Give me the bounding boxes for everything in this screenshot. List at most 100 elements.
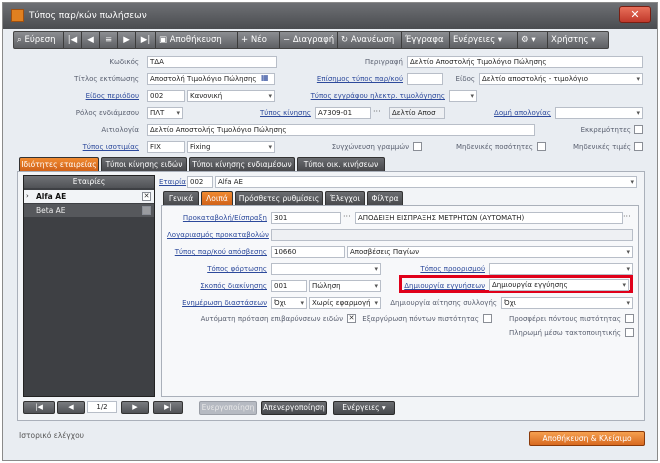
prepay-name-field[interactable]: ΑΠΟΔΕΙΞΗ ΕΙΣΠΡΑΞΗΣ ΜΕΤΡΗΤΩΝ (ΑΥΤΟΜΑΤΗ): [355, 212, 623, 224]
prepay-code-field[interactable]: 301: [271, 212, 341, 224]
zero-qty-checkbox[interactable]: [537, 142, 546, 151]
tab-additional-settings[interactable]: Πρόσθετες ρυθμίσεις: [235, 191, 323, 205]
movement-type-label[interactable]: Τύπος κίνησης: [223, 109, 311, 117]
exchange-type-label[interactable]: Τύπος ισοτιμίας: [43, 143, 139, 151]
depreciation-code-field[interactable]: 10660: [271, 246, 345, 258]
redeem-points-checkbox[interactable]: [483, 314, 492, 323]
activate-button[interactable]: Ενεργοποίηση: [199, 401, 257, 415]
kind-select[interactable]: Δελτίο αποστολής - τιμολόγιο: [479, 73, 643, 85]
tab-company-properties[interactable]: Ιδιότητες εταιρείας: [19, 157, 99, 171]
last-page-button[interactable]: ▶|: [153, 401, 183, 414]
list-view-button[interactable]: ≡: [100, 32, 118, 48]
description-field[interactable]: Δελτίο Αποστολής Τιμολόγιο Πώλησης: [407, 56, 643, 68]
transfer-code-field[interactable]: 001: [271, 280, 307, 292]
save-and-close-button[interactable]: Αποθήκευση & Κλείσιμο: [529, 431, 645, 446]
edoc-type-select[interactable]: [449, 90, 477, 102]
tab-filters[interactable]: Φίλτρα: [367, 191, 403, 205]
period-name-select[interactable]: Κανονική: [187, 90, 275, 102]
row-actions-menu[interactable]: Ενέργειες ▾: [333, 401, 395, 415]
next-record-button[interactable]: ▶: [118, 32, 136, 48]
update-dimensions-apply-select[interactable]: Χωρίς εφαρμογή: [309, 297, 381, 309]
tab-item-movement-types[interactable]: Τύποι κίνησης ειδών: [101, 157, 187, 171]
description-label: Περιγραφή: [364, 58, 403, 66]
create-guarantee-label[interactable]: Δημιουργία εγγυήσεων: [403, 282, 485, 290]
user-menu[interactable]: Χρήστης ▾: [548, 32, 608, 48]
pending-checkbox[interactable]: [634, 125, 643, 134]
exchange-code-field[interactable]: FIX: [147, 141, 185, 153]
loyalty-points-checkbox[interactable]: [625, 314, 634, 323]
next-page-button[interactable]: ▶: [121, 401, 149, 414]
print-title-field[interactable]: Αποστολή Τιμολόγιο Πώλησης: [147, 73, 275, 85]
lookup-icon[interactable]: ···: [343, 212, 355, 221]
prev-page-button[interactable]: ◀: [57, 401, 85, 414]
refresh-button[interactable]: ↻ Ανανέωση: [338, 32, 402, 48]
create-guarantee-select[interactable]: Δημιουργία εγγύησης: [489, 279, 629, 291]
company-checkbox[interactable]: [142, 206, 151, 215]
code-label: Κωδικός: [109, 58, 139, 66]
exchange-name-select[interactable]: Fixing: [187, 141, 275, 153]
company-name-select[interactable]: Alfa AE: [215, 176, 637, 188]
prev-record-button[interactable]: ◀: [82, 32, 100, 48]
new-button[interactable]: + Νέο: [238, 32, 280, 48]
list-item[interactable]: › Alfa AE ✕: [24, 190, 154, 203]
transfer-purpose-label[interactable]: Σκοπός διακίνησης: [167, 282, 267, 290]
tab-checks[interactable]: Έλεγχοι: [325, 191, 365, 205]
auto-proposal-checkbox[interactable]: ✕: [347, 314, 356, 323]
prepay-label[interactable]: Προκαταβολή/Είσπραξη: [167, 214, 267, 222]
lookup-icon[interactable]: ···: [373, 107, 385, 119]
prepay-account-label[interactable]: Λογαριασμός προκαταβολών: [167, 231, 269, 239]
pay-via-settlement-label: Πληρωμή μέσω τακτοποιητικής: [508, 329, 621, 337]
grid-icon[interactable]: ▦: [261, 73, 273, 83]
period-kind-label[interactable]: Είδος περιόδου: [43, 92, 139, 100]
update-dimensions-select[interactable]: Όχι: [271, 297, 307, 309]
page-indicator[interactable]: 1/2: [87, 401, 117, 413]
tab-financial-movement-types[interactable]: Τύποι οικ. κινήσεων: [297, 157, 385, 171]
tab-intermediary-movement-types[interactable]: Τύποι κίνησης ενδιαμέσων: [189, 157, 295, 171]
approval-select[interactable]: [555, 107, 643, 119]
deactivate-button[interactable]: Απενεργοποίηση: [261, 401, 327, 415]
official-type-label[interactable]: Επίσημος τύπος παρ/κού: [287, 75, 403, 83]
tab-general[interactable]: Γενικά: [163, 191, 199, 205]
depreciation-doc-label[interactable]: Τύπος παρ/κού απόσβεσης: [167, 248, 267, 256]
company-code-field[interactable]: 002: [187, 176, 213, 188]
destination-label[interactable]: Τόπος προορισμού: [393, 265, 485, 273]
transfer-name-select[interactable]: Πώληση: [309, 280, 381, 292]
collection-request-select[interactable]: Όχι: [501, 297, 633, 309]
approval-label[interactable]: Δομή απολογίας: [479, 109, 551, 117]
settings-menu[interactable]: ⚙ ▾: [518, 32, 548, 48]
zero-price-checkbox[interactable]: [634, 142, 643, 151]
period-code-field[interactable]: 002: [147, 90, 185, 102]
last-record-button[interactable]: ▶|: [136, 32, 156, 48]
code-field[interactable]: ΤΔΑ: [147, 56, 277, 68]
lookup-icon[interactable]: ···: [623, 212, 635, 221]
movement-type-field[interactable]: Α7309-01: [315, 107, 371, 119]
merge-lines-checkbox[interactable]: [413, 142, 422, 151]
collection-request-label: Δημιουργία αίτησης συλλογής: [390, 299, 497, 307]
company-label[interactable]: Εταιρία: [159, 178, 186, 186]
official-type-field[interactable]: [407, 73, 443, 85]
first-record-button[interactable]: |◀: [64, 32, 82, 48]
load-place-label[interactable]: Τόπος φόρτωσης: [167, 265, 267, 273]
first-page-button[interactable]: |◀: [23, 401, 55, 414]
toolbar: ⌕ Εύρεση |◀ ◀ ≡ ▶ ▶| ▣ Αποθήκευση + Νέο …: [13, 31, 609, 49]
list-item[interactable]: Beta AE: [24, 204, 154, 217]
companies-list: Εταιρίες › Alfa AE ✕ Beta AE: [23, 175, 155, 397]
window-title: Τύπος παρ/κών πωλήσεων: [29, 11, 147, 21]
close-button[interactable]: ✕: [619, 6, 651, 23]
search-button[interactable]: ⌕ Εύρεση: [14, 32, 64, 48]
tab-other[interactable]: Λοιπά: [201, 191, 233, 205]
save-button[interactable]: ▣ Αποθήκευση: [156, 32, 238, 48]
load-place-select[interactable]: [271, 263, 381, 275]
company-checkbox[interactable]: ✕: [142, 192, 151, 201]
destination-select[interactable]: [489, 263, 633, 275]
edoc-type-label[interactable]: Τύπος εγγράφου ηλεκτρ. τιμολόγησης: [279, 92, 445, 100]
documents-button[interactable]: Έγγραφα: [402, 32, 450, 48]
pay-via-settlement-checkbox[interactable]: [625, 328, 634, 337]
delete-button[interactable]: − Διαγραφή: [280, 32, 338, 48]
audit-history-link[interactable]: Ιστορικό ελέγχου: [19, 431, 84, 440]
intermediary-role-select[interactable]: ΠΛΤ: [147, 107, 183, 119]
depreciation-name-select[interactable]: Αποσβέσεις Παγίων: [347, 246, 633, 258]
actions-menu[interactable]: Ενέργειες ▾: [450, 32, 518, 48]
update-dimensions-label[interactable]: Ενημέρωση διαστάσεων: [167, 299, 267, 307]
reason-field[interactable]: Δελτίο Αποστολής Τιμολόγιο Πώλησης: [147, 124, 535, 136]
